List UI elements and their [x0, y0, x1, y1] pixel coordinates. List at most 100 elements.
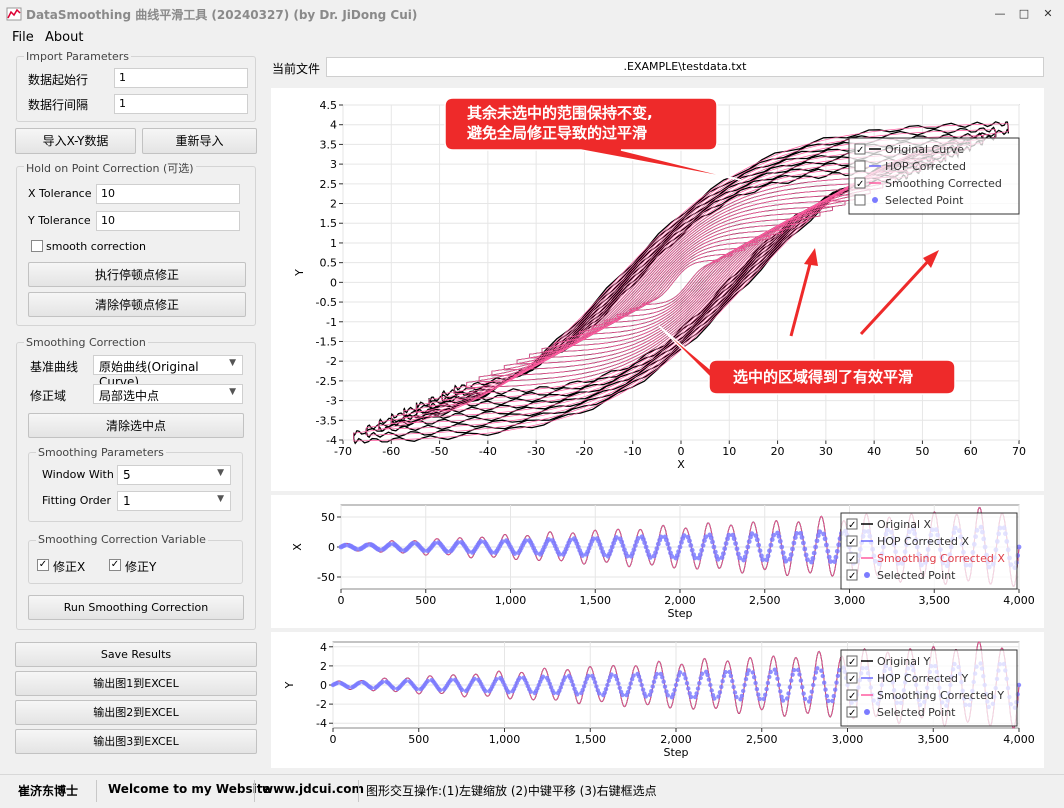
selected-point	[722, 546, 728, 552]
xy-chart[interactable]: -70 -60 -50 -40 -30 -20 -10 0 10 20 30 40 50 60 70-4-3…	[271, 88, 1044, 491]
y-tick-label: 3.5	[320, 138, 338, 151]
menu-about[interactable]: About	[45, 30, 83, 45]
import-xy-button[interactable]: 导入X-Y数据	[15, 128, 136, 154]
fix-y-checkbox[interactable]: ✓	[109, 559, 121, 571]
selected-point	[605, 682, 610, 688]
xy-chart-panel[interactable]: -70 -60 -50 -40 -30 -20 -10 0 10 20 30 40 50 60 70 -4 -3…	[271, 88, 1044, 491]
selected-point	[517, 675, 522, 681]
start-row-input[interactable]: 1	[114, 68, 248, 88]
export-chart3-button[interactable]: 输出图3到EXCEL	[15, 729, 257, 754]
selected-point	[746, 668, 751, 673]
x-step-chart[interactable]: 0 500 1,000 1,500 2,000 2,500 3,000 3,500 4,000-…	[271, 495, 1044, 628]
clear-selected-button[interactable]: 清除选中点	[28, 413, 244, 438]
selected-point	[651, 679, 657, 684]
smooth-correction-label: smooth correction	[46, 240, 146, 253]
legend-label: Original X	[877, 518, 932, 531]
legend-label: Original Curve	[885, 143, 964, 156]
selected-point	[709, 688, 714, 693]
check-icon: ✓	[848, 674, 856, 685]
y-tick-label: -4	[316, 717, 327, 730]
selected-point	[768, 542, 774, 548]
selected-point	[788, 552, 794, 558]
menu-file[interactable]: File	[12, 30, 34, 45]
legend-label: Selected Point	[877, 706, 956, 719]
interval-input[interactable]: 1	[114, 94, 248, 114]
selected-point	[688, 543, 694, 548]
selected-point	[811, 682, 816, 688]
selected-point	[664, 537, 669, 543]
y-step-chart-panel[interactable]: 0 500 1,000 1,500 2,000 2,500 3,000 3,500 4,000 -…	[271, 632, 1044, 768]
selected-point	[432, 540, 437, 546]
selected-point	[403, 678, 408, 684]
x-tick-label: -10	[624, 445, 642, 458]
x-tick-label: -50	[431, 445, 449, 458]
website-link[interactable]: www.jdcui.com	[262, 782, 364, 796]
current-file-label: 当前文件	[272, 62, 321, 76]
y-step-chart[interactable]: 0 500 1,000 1,500 2,000 2,500 3,000 3,500 4,000 -…	[271, 632, 1044, 768]
selected-point	[512, 551, 517, 556]
minimize-button[interactable]: —	[990, 4, 1010, 24]
run-smoothing-button[interactable]: Run Smoothing Correction	[28, 595, 244, 620]
x-tick-label: 0	[678, 445, 685, 458]
selected-point	[614, 677, 620, 682]
app-icon	[6, 7, 22, 21]
run-hop-button[interactable]: 执行停顿点修正	[28, 262, 246, 287]
x-tick-label: 2,500	[749, 594, 781, 607]
selected-point	[721, 673, 727, 679]
selected-point	[700, 543, 706, 548]
reimport-button[interactable]: 重新导入	[142, 128, 257, 154]
clear-hop-button[interactable]: 清除停顿点修正	[28, 292, 246, 317]
x-step-chart-panel[interactable]: 0 500 1,000 1,500 2,000 2,500 3,000 3,500 4,000-…	[271, 495, 1044, 628]
window-width-label: Window With	[42, 468, 114, 481]
y-tick-label: -4	[326, 434, 337, 447]
chevron-down-icon: ▼	[229, 358, 236, 368]
selected-point	[687, 538, 692, 544]
y-tick-label: -1	[326, 316, 337, 329]
y-tick-label: 1.5	[320, 217, 338, 230]
selected-point	[777, 538, 783, 544]
y-tick-label: 4.5	[320, 99, 338, 112]
base-curve-select[interactable]: 原始曲线(Original Curve) ▼	[93, 355, 243, 389]
domain-select[interactable]: 局部选中点 ▼	[93, 384, 243, 404]
check-icon: ✓	[848, 571, 856, 582]
selected-point	[836, 542, 842, 548]
selected-point	[699, 671, 705, 676]
save-results-button[interactable]: Save Results	[15, 642, 257, 667]
maximize-button[interactable]: □	[1014, 4, 1034, 24]
selected-point	[806, 699, 812, 704]
selected-point	[811, 550, 817, 556]
x-tick-label: 0	[338, 594, 345, 607]
y-tick-label: -3	[326, 395, 337, 408]
domain-label: 修正域	[30, 389, 67, 403]
selected-point	[664, 689, 669, 694]
selected-point	[689, 547, 695, 553]
selected-point	[356, 680, 362, 685]
selected-point	[459, 687, 465, 693]
y-tick-label: 0	[330, 276, 337, 289]
export-chart2-button[interactable]: 输出图2到EXCEL	[15, 700, 257, 725]
selected-point	[642, 540, 648, 546]
selected-point	[753, 533, 759, 538]
check-icon: ✓	[856, 179, 864, 190]
smooth-correction-checkbox[interactable]	[31, 240, 43, 252]
close-button[interactable]: ✕	[1038, 4, 1058, 24]
fitting-order-select[interactable]: 1 ▼	[117, 491, 231, 511]
selected-point	[719, 684, 724, 690]
y-tick-label: 2	[320, 660, 327, 673]
selected-point	[767, 674, 772, 680]
selected-point	[813, 670, 819, 675]
window-width-select[interactable]: 5 ▼	[117, 465, 231, 485]
x-tick-label: 2,500	[746, 733, 778, 746]
fix-x-checkbox[interactable]: ✓	[37, 559, 49, 571]
selected-point	[625, 689, 631, 695]
y-tolerance-input[interactable]: 10	[96, 211, 240, 231]
selected-point	[823, 687, 828, 692]
x-tick-label: 4,000	[1003, 733, 1035, 746]
x-tick-label: 2,000	[664, 594, 696, 607]
x-tick-label: 2,000	[660, 733, 692, 746]
export-chart1-button[interactable]: 输出图1到EXCEL	[15, 671, 257, 696]
x-tick-label: 30	[819, 445, 833, 458]
selected-point	[665, 541, 671, 547]
selected-point	[478, 539, 484, 544]
x-tolerance-input[interactable]: 10	[96, 184, 240, 204]
